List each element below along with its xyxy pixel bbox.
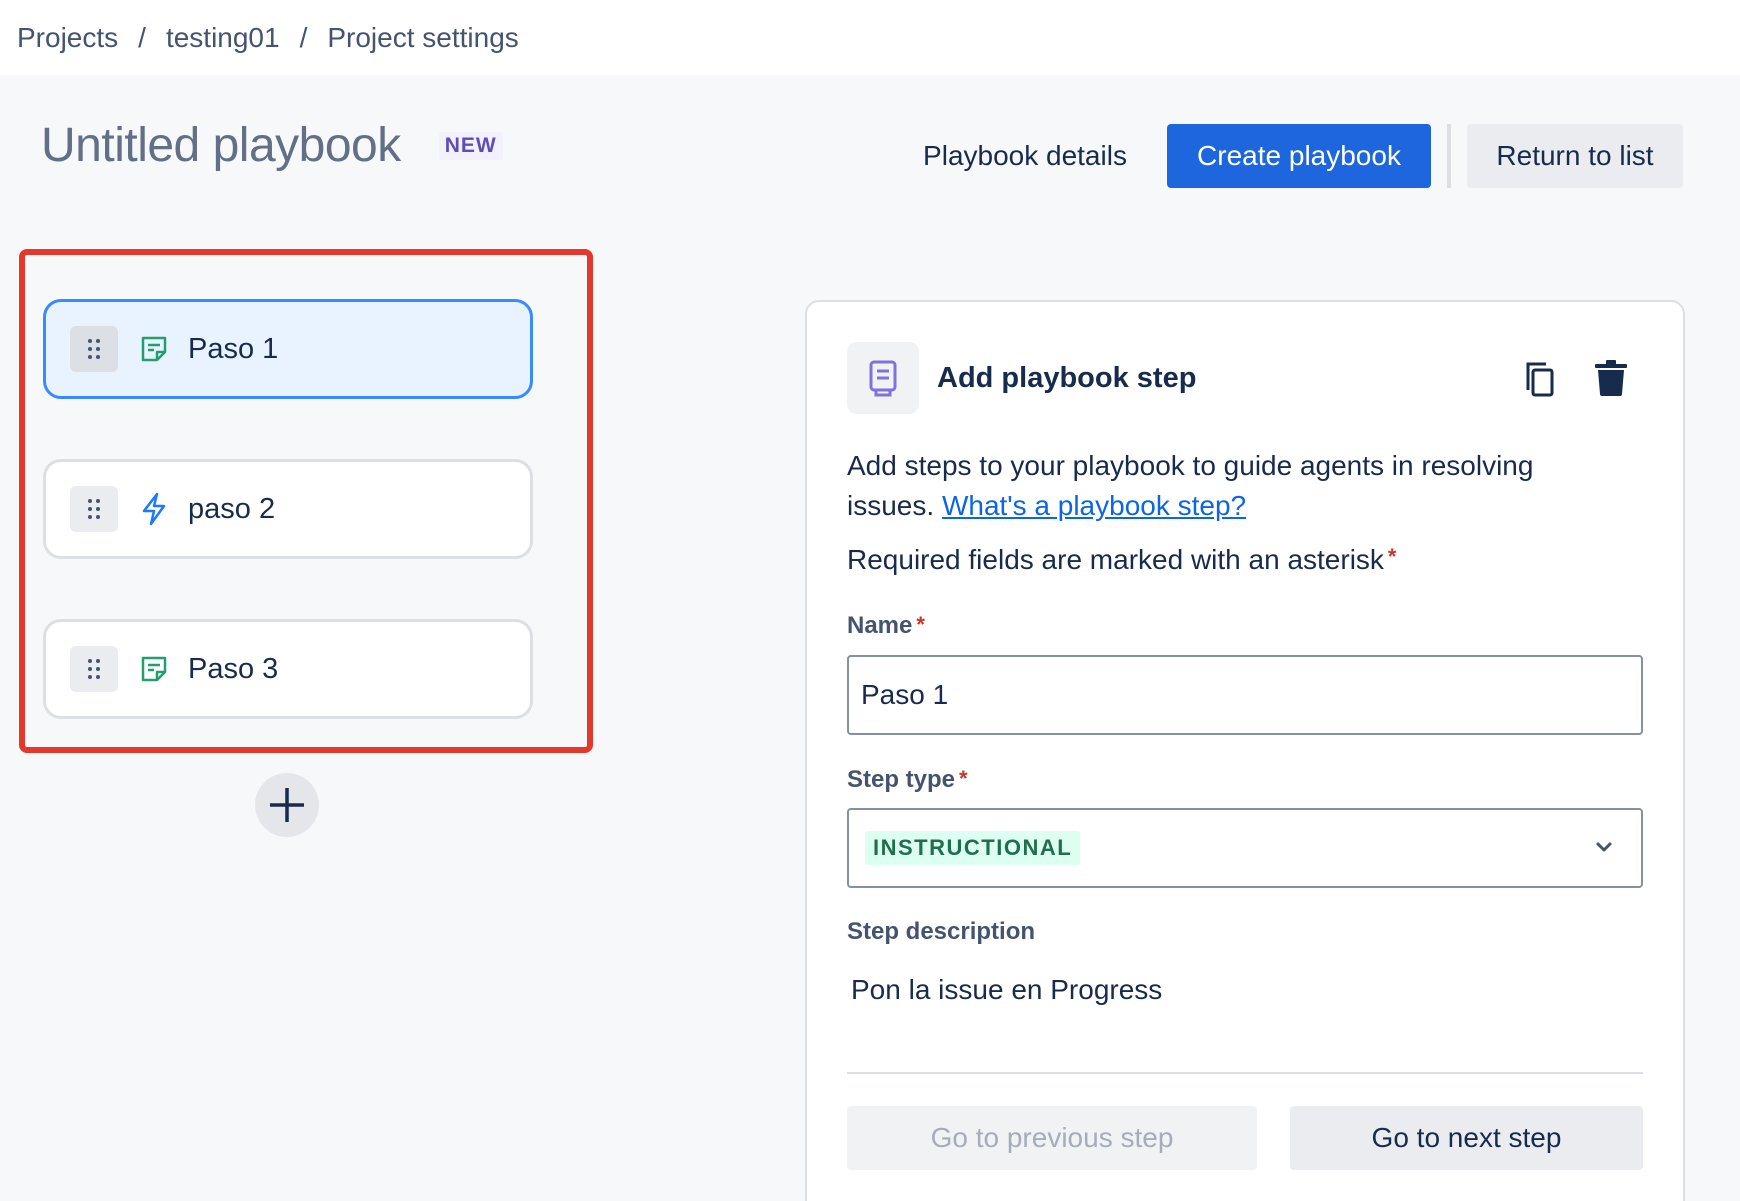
step-description-value[interactable]: Pon la issue en Progress <box>851 974 1162 1006</box>
step-card-1[interactable]: Paso 1 <box>43 299 533 399</box>
playbook-step-help-link[interactable]: What's a playbook step? <box>942 490 1246 521</box>
drag-handle-icon[interactable] <box>70 646 118 692</box>
step-type-lozenge: INSTRUCTIONAL <box>865 831 1081 865</box>
name-label-text: Name <box>847 612 913 639</box>
button-divider <box>1447 124 1451 188</box>
chevron-down-icon <box>1596 842 1612 852</box>
next-step-button[interactable]: Go to next step <box>1290 1106 1643 1170</box>
required-asterisk: * <box>1387 544 1397 569</box>
plus-icon <box>270 788 304 822</box>
step-description-label: Step description <box>847 918 1036 945</box>
step-type-label-text: Step type <box>847 766 956 793</box>
add-step-button[interactable] <box>255 773 319 837</box>
new-badge: NEW <box>438 131 503 160</box>
page-title: Untitled playbook <box>41 119 401 172</box>
copy-icon[interactable] <box>1522 360 1556 403</box>
breadcrumb-project-settings[interactable]: Project settings <box>327 22 518 54</box>
breadcrumb-project[interactable]: testing01 <box>166 22 280 54</box>
required-note: Required fields are marked with an aster… <box>847 544 1396 576</box>
step-label: paso 2 <box>188 492 276 525</box>
previous-step-button[interactable]: Go to previous step <box>847 1106 1257 1170</box>
intro-text: Add steps to your playbook to guide agen… <box>847 446 1607 526</box>
panel-header: Add playbook step <box>847 342 1196 414</box>
note-icon <box>138 333 170 365</box>
breadcrumb-separator: / <box>138 21 146 53</box>
note-icon <box>138 653 170 685</box>
name-input[interactable] <box>847 655 1643 735</box>
create-playbook-button[interactable]: Create playbook <box>1167 124 1431 188</box>
step-label: Paso 1 <box>188 332 279 365</box>
step-card-3[interactable]: Paso 3 <box>43 619 533 719</box>
drag-handle-icon[interactable] <box>70 326 118 372</box>
trash-icon[interactable] <box>1594 360 1628 401</box>
return-to-list-button[interactable]: Return to list <box>1467 124 1683 188</box>
required-asterisk: * <box>959 766 968 791</box>
step-type-select[interactable]: INSTRUCTIONAL <box>847 808 1643 888</box>
playbook-step-icon <box>847 342 919 414</box>
step-label: Paso 3 <box>188 652 279 685</box>
required-note-text: Required fields are marked with an aster… <box>847 544 1384 575</box>
drag-handle-icon[interactable] <box>70 486 118 532</box>
breadcrumb-projects[interactable]: Projects <box>17 22 118 54</box>
panel-divider <box>847 1072 1643 1074</box>
lightning-icon <box>138 492 170 526</box>
panel-title: Add playbook step <box>937 361 1197 394</box>
playbook-details-button[interactable]: Playbook details <box>905 124 1145 188</box>
required-asterisk: * <box>916 612 925 637</box>
breadcrumb-separator: / <box>299 21 308 53</box>
step-editor-panel: Add playbook step Add steps to your play… <box>805 300 1685 1201</box>
name-label: Name * <box>847 612 925 640</box>
step-card-2[interactable]: paso 2 <box>43 459 533 559</box>
title-row: Untitled playbook NEW <box>41 118 503 173</box>
step-type-label: Step type * <box>847 766 968 794</box>
breadcrumb: Projects / testing01 / Project settings <box>0 0 1740 75</box>
